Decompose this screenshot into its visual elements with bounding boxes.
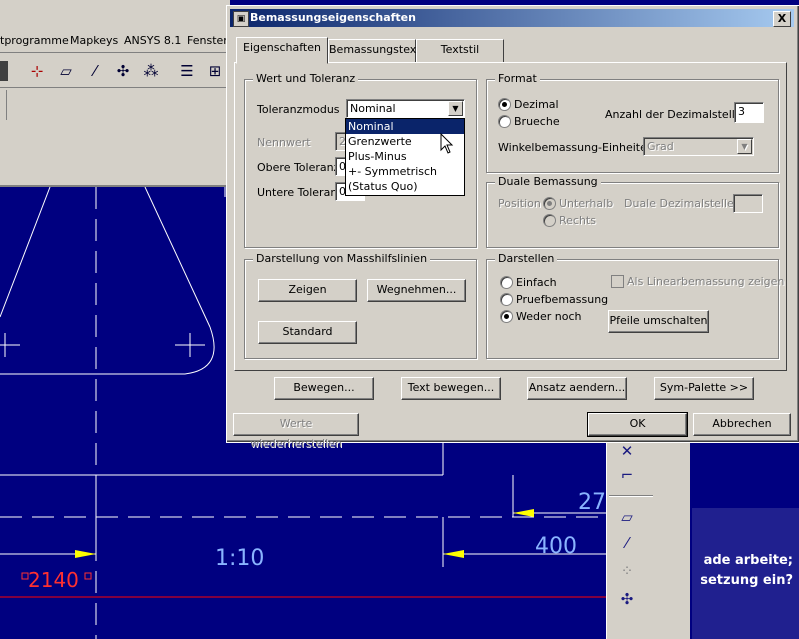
app-toolbar: ⊹ ▱ ⁄ ✣ ⁂ ☰ ⊞ [0, 53, 230, 88]
dialog-title: Bemassungseigenschaften [250, 11, 416, 24]
right-toolbar: ✕ ⌐ ▱ ⁄ ⁘ ✣ [606, 440, 657, 639]
relations-icon[interactable]: ⊞ [204, 61, 226, 81]
radio-einfach[interactable] [500, 276, 513, 289]
winkel-label: Winkelbemassung-Einheiten [498, 141, 654, 154]
group-label: Wert und Toleranz [253, 72, 359, 85]
x-mark-icon[interactable]: ✕ [615, 442, 639, 464]
winkel-select: Grad ▼ [643, 137, 754, 156]
dim-label-3: 27 [578, 490, 606, 515]
wegnehmen-button[interactable]: Wegnehmen... [367, 279, 466, 302]
bewegen-button[interactable]: Bewegen... [274, 377, 374, 400]
group-label: Duale Bemassung [495, 175, 601, 188]
tab-eigenschaften[interactable]: Eigenschaften [236, 37, 328, 64]
werte-wiederherstellen-button: Werte wiederherstellen [233, 413, 359, 450]
app-menubar: tprogramme Mapkeys ANSYS 8.1 Fenster [0, 30, 230, 53]
app-icon: ▣ [233, 11, 249, 27]
sketch-arc-icon[interactable]: ⌐ [615, 466, 639, 488]
tab-bemassungstext[interactable]: Bemassungstext [328, 39, 421, 63]
menu-fenster[interactable]: Fenster [187, 34, 228, 47]
group-label: Format [495, 72, 540, 85]
pruef-label: Pruefbemassung [516, 293, 609, 306]
bemassung-dialog: ▣ Bemassungseigenschaften X Eigenschafte… [226, 5, 799, 450]
option-symmetrisch[interactable]: +- Symmetrisch [346, 164, 464, 179]
chevron-down-icon[interactable]: ▼ [448, 101, 463, 116]
radio-weder-noch[interactable] [500, 310, 513, 323]
einfach-label: Einfach [516, 276, 557, 289]
layers-icon[interactable]: ☰ [176, 61, 198, 81]
zeigen-button[interactable]: Zeigen [258, 279, 357, 302]
mouse-cursor-icon [440, 133, 454, 154]
radio-rechts [543, 214, 556, 227]
rechts-label: Rechts [559, 214, 596, 227]
group-label: Darstellung von Masshilfslinien [253, 252, 431, 265]
group-duale-bemassung: Duale Bemassung [486, 175, 779, 248]
obere-toleranz-label: Obere Toleranz [257, 161, 340, 174]
datum-plane-icon[interactable]: ▱ [55, 61, 77, 81]
position-label: Position [498, 197, 541, 210]
radio-unterhalb [543, 197, 556, 210]
right-scroll-strip [656, 440, 690, 639]
nennwert-label: Nennwert [257, 136, 311, 149]
duale-dezimal-field [733, 194, 763, 213]
standard-button[interactable]: Standard [258, 321, 357, 344]
datum-point-icon[interactable]: ⊹ [26, 61, 48, 81]
tip-line-2: setzung ein? [700, 573, 793, 588]
dialog-titlebar[interactable]: ▣ Bemassungseigenschaften X [230, 9, 794, 27]
ansatz-aendern-button[interactable]: Ansatz aendern... [527, 377, 627, 400]
csys-icon[interactable]: ✣ [112, 61, 134, 81]
untere-toleranz-label: Untere Toleranz [257, 186, 344, 199]
datum-curve-icon[interactable]: ⁂ [140, 61, 162, 81]
toleranzmodus-select[interactable]: Nominal ▼ [346, 99, 465, 118]
pfeile-umschalten-button[interactable]: Pfeile umschalten [608, 310, 709, 333]
brueche-label: Brueche [514, 115, 560, 128]
winkel-value: Grad [647, 140, 674, 153]
radio-pruefbemassung[interactable] [500, 293, 513, 306]
tip-line-1: ade arbeite; [703, 553, 793, 568]
radio-brueche[interactable] [498, 115, 511, 128]
chevron-down-icon: ▼ [737, 139, 752, 154]
toleranzmodus-label: Toleranzmodus [257, 103, 340, 116]
abbrechen-button[interactable]: Abbrechen [693, 413, 791, 436]
sym-palette-button[interactable]: Sym-Palette >> [654, 377, 754, 400]
text-bewegen-button[interactable]: Text bewegen... [401, 377, 501, 400]
menu-mapkeys[interactable]: Mapkeys [70, 34, 118, 47]
toleranzmodus-value: Nominal [350, 102, 396, 115]
radio-dezimal[interactable] [498, 98, 511, 111]
app-gray-area [0, 88, 230, 187]
close-button[interactable]: X [773, 11, 791, 27]
weder-label: Weder noch [516, 310, 582, 323]
menu-ansys[interactable]: ANSYS 8.1 [124, 34, 181, 47]
linear-checkbox [611, 275, 624, 288]
group-masshilfslinien: Darstellung von Masshilfslinien [244, 252, 477, 359]
menu-programme[interactable]: tprogramme [0, 34, 69, 47]
dim-label-2: 400 [535, 534, 577, 559]
tab-textstil[interactable]: Textstil [416, 39, 504, 63]
anzahl-dezimalstellen-field[interactable]: 3 [734, 102, 764, 123]
help-tip-panel: ade arbeite; setzung ein? [692, 508, 799, 639]
plane-icon[interactable]: ▱ [615, 508, 639, 530]
dim-label-1: 1:10 [215, 546, 264, 571]
toleranzmodus-dropdown-list: Nominal Grenzwerte Plus-Minus +- Symmetr… [345, 118, 465, 196]
linear-label: Als Linearbemassung zeigen [627, 275, 785, 288]
duale-dezimal-label: Duale Dezimalstellen [624, 197, 741, 210]
unterhalb-label: Unterhalb [559, 197, 614, 210]
option-nominal[interactable]: Nominal [346, 119, 464, 134]
ok-button[interactable]: OK [587, 412, 688, 437]
axis-icon[interactable]: ⁄ [615, 534, 639, 556]
group-label: Darstellen [495, 252, 558, 265]
app-title-strip [0, 0, 230, 31]
toolbar-grip-icon [0, 61, 8, 81]
group-darstellen: Darstellen [486, 252, 779, 359]
point-icon[interactable]: ⁘ [615, 562, 639, 584]
datum-axis-icon[interactable]: ⁄ [84, 61, 106, 81]
dezimal-label: Dezimal [514, 98, 559, 111]
selected-dimension[interactable]: 2140 [28, 568, 79, 592]
option-status-quo[interactable]: (Status Quo) [346, 179, 464, 194]
anzahl-label: Anzahl der Dezimalstellen [605, 108, 749, 121]
csys-small-icon[interactable]: ✣ [615, 590, 639, 612]
